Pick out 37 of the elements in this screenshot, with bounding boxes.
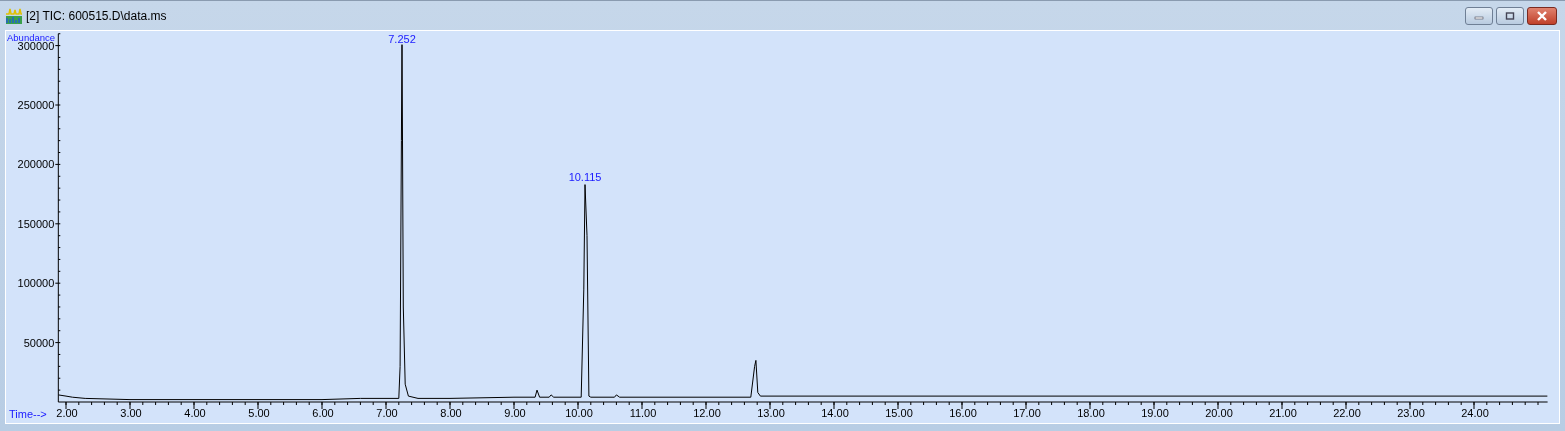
x-tick-label: 12.00	[693, 407, 721, 419]
spectrum-icon	[6, 7, 22, 24]
x-tick-label: 24.00	[1461, 407, 1489, 419]
x-tick-label: 19.00	[1141, 407, 1169, 419]
maximize-button[interactable]	[1496, 6, 1524, 25]
x-tick-label: 14.00	[821, 407, 849, 419]
maximize-icon	[1505, 11, 1515, 20]
x-tick-label: 15.00	[885, 407, 913, 419]
y-tick-label: 50000	[23, 336, 55, 349]
x-tick-label: 16.00	[949, 407, 977, 419]
x-tick-label: 2.00	[56, 407, 78, 419]
x-tick-label: 8.00	[440, 407, 462, 419]
minimize-button[interactable]	[1465, 6, 1493, 25]
close-icon	[1536, 10, 1548, 21]
y-tick-label: 150000	[17, 217, 55, 230]
x-tick-label: 4.00	[184, 407, 206, 419]
peak-label: 10.115	[568, 170, 602, 183]
x-tick-label: 11.00	[629, 407, 657, 419]
x-tick-label: 10.00	[565, 407, 593, 419]
x-tick-label: 7.00	[376, 407, 398, 419]
y-tick-label: 100000	[17, 277, 55, 290]
x-tick-label: 9.00	[504, 407, 526, 419]
x-tick-label: 18.00	[1077, 407, 1105, 419]
x-tick-label: 20.00	[1205, 407, 1233, 419]
window-title: [2] TIC: 600515.D\data.ms	[26, 8, 167, 23]
x-tick-label: 13.00	[757, 407, 785, 419]
x-tick-label: 17.00	[1013, 407, 1041, 419]
x-axis-title: Time-->	[9, 408, 47, 420]
y-tick-label: 200000	[17, 158, 55, 171]
close-button[interactable]	[1527, 6, 1557, 25]
x-tick-label: 6.00	[312, 407, 334, 419]
x-tick-label: 5.00	[248, 407, 270, 419]
x-tick-label: 22.00	[1333, 407, 1361, 419]
x-tick-label: 23.00	[1397, 407, 1425, 419]
x-tick-label: 21.00	[1269, 407, 1297, 419]
y-tick-label: 250000	[17, 99, 55, 111]
x-tick-label: 3.00	[120, 407, 142, 419]
